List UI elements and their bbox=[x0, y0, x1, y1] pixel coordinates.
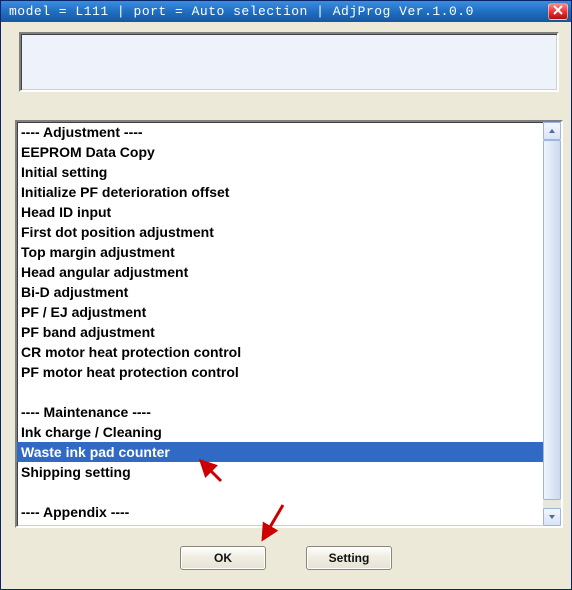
list-item[interactable]: PF band adjustment bbox=[17, 322, 543, 342]
list-item[interactable]: Initial setting bbox=[17, 162, 543, 182]
scroll-down-button[interactable] bbox=[543, 508, 561, 526]
scroll-track[interactable] bbox=[543, 140, 561, 508]
list-item[interactable] bbox=[17, 382, 543, 402]
scroll-thumb[interactable] bbox=[543, 140, 561, 500]
list-item[interactable] bbox=[17, 482, 543, 502]
close-button[interactable] bbox=[548, 3, 568, 20]
setting-button[interactable]: Setting bbox=[306, 546, 392, 570]
client-area: ---- Adjustment ----EEPROM Data CopyInit… bbox=[5, 24, 567, 585]
listbox-frame: ---- Adjustment ----EEPROM Data CopyInit… bbox=[15, 120, 563, 528]
list-item[interactable]: Waste ink pad counter bbox=[17, 442, 543, 462]
window-title: model = L111 | port = Auto selection | A… bbox=[9, 4, 474, 19]
list-item[interactable]: Head angular adjustment bbox=[17, 262, 543, 282]
listbox[interactable]: ---- Adjustment ----EEPROM Data CopyInit… bbox=[17, 122, 543, 526]
list-item[interactable]: Ink charge / Cleaning bbox=[17, 422, 543, 442]
list-item[interactable]: Shipping setting bbox=[17, 462, 543, 482]
list-item[interactable]: Head ID input bbox=[17, 202, 543, 222]
list-item[interactable]: First dot position adjustment bbox=[17, 222, 543, 242]
list-item[interactable]: Top margin adjustment bbox=[17, 242, 543, 262]
list-item[interactable]: EEPROM Data Copy bbox=[17, 142, 543, 162]
list-item[interactable]: PF / EJ adjustment bbox=[17, 302, 543, 322]
info-panel bbox=[19, 32, 559, 92]
scrollbar-vertical[interactable] bbox=[543, 122, 561, 526]
titlebar: model = L111 | port = Auto selection | A… bbox=[1, 1, 571, 22]
ok-button[interactable]: OK bbox=[180, 546, 266, 570]
list-item[interactable]: ---- Appendix ---- bbox=[17, 502, 543, 522]
list-item[interactable]: ---- Maintenance ---- bbox=[17, 402, 543, 422]
list-item[interactable]: Bi-D adjustment bbox=[17, 282, 543, 302]
chevron-down-icon bbox=[548, 508, 556, 526]
list-item[interactable]: CR motor heat protection control bbox=[17, 342, 543, 362]
button-row: OK Setting bbox=[5, 546, 567, 570]
list-item[interactable]: PF motor heat protection control bbox=[17, 362, 543, 382]
scroll-up-button[interactable] bbox=[543, 122, 561, 140]
list-item[interactable]: Initialize PF deterioration offset bbox=[17, 182, 543, 202]
window-frame: model = L111 | port = Auto selection | A… bbox=[0, 0, 572, 590]
close-icon bbox=[553, 4, 563, 19]
chevron-up-icon bbox=[548, 122, 556, 140]
list-item[interactable]: ---- Adjustment ---- bbox=[17, 122, 543, 142]
